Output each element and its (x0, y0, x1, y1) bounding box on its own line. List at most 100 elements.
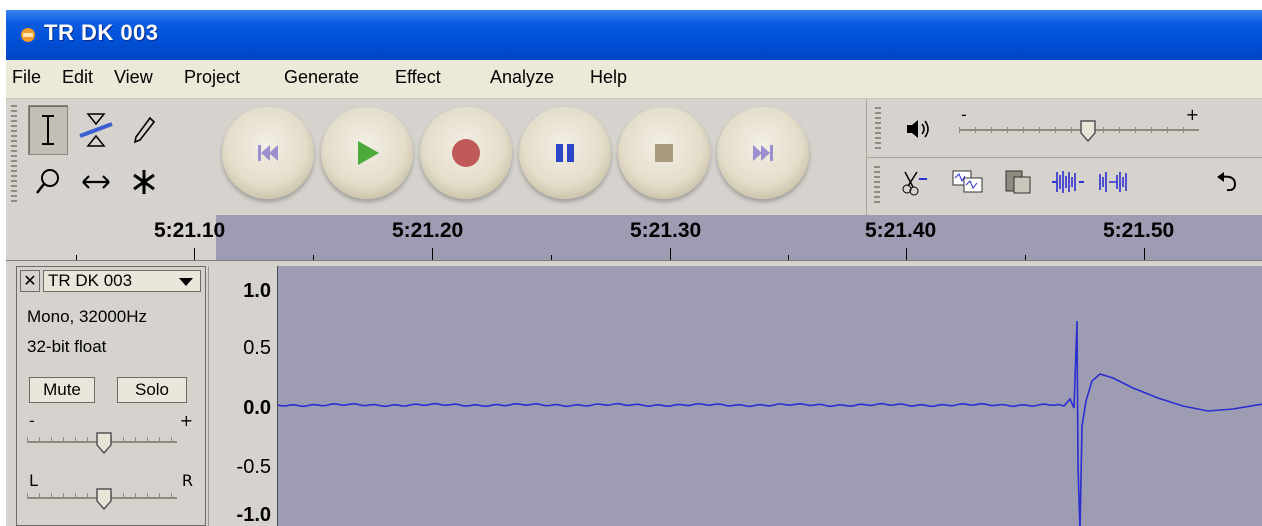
amplitude-label-upper: 0.5 (243, 337, 271, 359)
track-name: TR DK 003 (48, 271, 133, 290)
play-button[interactable] (321, 107, 413, 199)
envelope-icon (79, 113, 113, 147)
track-format: Mono, 32000Hz (27, 307, 148, 326)
amplitude-ruler: 1.0 0.5 0.0 -0.5 -1.0 (208, 266, 277, 526)
chevron-down-icon (179, 278, 193, 286)
pan-slider-thumb[interactable] (95, 487, 113, 511)
menu-view[interactable]: View (114, 67, 153, 88)
ruler-label-0: 5:21.10 (154, 219, 226, 242)
record-button[interactable] (420, 107, 512, 199)
ruler-tick (313, 255, 314, 260)
gain-plus-label: + (179, 411, 193, 430)
toolbar-grip[interactable] (11, 105, 17, 205)
paste-icon (1005, 170, 1031, 194)
ruler-tick (551, 255, 552, 260)
trim-outside-button[interactable] (896, 164, 932, 200)
pause-icon (556, 144, 574, 162)
silence-icon (952, 170, 983, 193)
amplitude-label-top: 1.0 (243, 280, 271, 302)
skip-to-end-icon (753, 145, 773, 161)
ruler-label-2: 5:21.30 (630, 219, 702, 242)
undo-button[interactable] (1210, 164, 1246, 200)
menu-project[interactable]: Project (184, 67, 240, 88)
stop-button[interactable] (618, 107, 710, 199)
draw-tool-button[interactable] (124, 105, 164, 155)
audio-track: ✕ TR DK 003 Mono, 32000Hz 32-bit float M… (6, 261, 1262, 526)
audacity-app-icon (21, 28, 35, 42)
edit-toolbar (866, 157, 1262, 216)
ruler-tick (76, 255, 77, 260)
menu-generate[interactable]: Generate (284, 67, 359, 88)
undo-icon (1217, 172, 1237, 192)
pause-button[interactable] (519, 107, 611, 199)
volume-slider-thumb[interactable] (1079, 119, 1097, 143)
volume-minus-label: - (961, 105, 967, 124)
amplitude-label-lower: -0.5 (236, 456, 271, 478)
volume-slider[interactable]: - + (959, 105, 1199, 145)
play-icon (358, 141, 379, 165)
track-sample-format: 32-bit float (27, 337, 107, 356)
ruler-tick (670, 248, 671, 260)
gain-minus-label: - (29, 411, 35, 430)
multi-tool-button[interactable] (124, 157, 164, 207)
ruler-tick (194, 248, 195, 260)
edit-grip[interactable] (874, 166, 880, 206)
ruler-tick (1144, 248, 1145, 260)
ruler-tick (1025, 255, 1026, 260)
mute-button[interactable]: Mute (29, 377, 95, 403)
copy-button[interactable] (950, 164, 986, 200)
toolbar: - + (6, 99, 1262, 215)
selection-tool-button[interactable] (28, 105, 68, 155)
gain-slider[interactable]: - + (27, 411, 197, 455)
asterisk-icon (133, 170, 155, 194)
magnifier-icon (36, 169, 59, 194)
envelope-tool-button[interactable] (76, 105, 116, 155)
waveform (277, 320, 1262, 526)
double-arrow-icon (82, 175, 110, 189)
speaker-icon (907, 120, 929, 138)
skip-to-start-button[interactable] (222, 107, 314, 199)
record-icon (452, 139, 480, 167)
amplitude-label-bottom: -1.0 (236, 504, 271, 526)
gain-slider-thumb[interactable] (95, 431, 113, 455)
track-close-button[interactable]: ✕ (20, 270, 40, 292)
ruler-label-3: 5:21.40 (865, 219, 937, 242)
stop-icon (655, 144, 673, 162)
pan-left-label: L (29, 471, 38, 490)
volume-plus-label: + (1185, 105, 1199, 124)
time-shift-tool-button[interactable] (76, 157, 116, 207)
audacity-window: TR DK 003 File Edit View Project Generat… (6, 10, 1262, 526)
i-beam-icon (42, 115, 54, 145)
track-name-dropdown[interactable]: TR DK 003 (43, 270, 201, 292)
menu-edit[interactable]: Edit (62, 67, 93, 88)
fit-selection-button[interactable] (1050, 164, 1086, 200)
menu-bar: File Edit View Project Generate Effect A… (6, 60, 1262, 99)
mixer-grip[interactable] (875, 107, 881, 151)
skip-to-start-icon (258, 145, 278, 161)
amplitude-label-zero: 0.0 (243, 397, 271, 419)
pan-right-label: R (181, 471, 193, 490)
ruler-tick (906, 248, 907, 260)
waveform-line (277, 320, 1262, 526)
waveform-area[interactable] (277, 266, 1262, 526)
menu-effect[interactable]: Effect (395, 67, 441, 88)
pencil-icon (133, 116, 156, 144)
menu-help[interactable]: Help (590, 67, 627, 88)
pan-slider[interactable]: L R (27, 471, 197, 511)
zoom-tool-button[interactable] (28, 157, 68, 207)
fit-project-icon (1099, 172, 1127, 192)
fit-project-button[interactable] (1096, 164, 1132, 200)
fit-selection-icon (1052, 171, 1084, 193)
track-control-panel: ✕ TR DK 003 Mono, 32000Hz 32-bit float M… (16, 266, 206, 526)
ruler-tick (788, 255, 789, 260)
window-title: TR DK 003 (44, 20, 159, 45)
ruler-label-1: 5:21.20 (392, 219, 464, 242)
menu-file[interactable]: File (12, 67, 41, 88)
timeline-ruler[interactable]: 5:21.10 5:21.20 5:21.30 5:21.40 5:21.50 (6, 215, 1262, 262)
title-bar[interactable]: TR DK 003 (6, 10, 1262, 60)
paste-button[interactable] (1000, 164, 1036, 200)
solo-button[interactable]: Solo (117, 377, 187, 403)
skip-to-end-button[interactable] (717, 107, 809, 199)
menu-analyze[interactable]: Analyze (490, 67, 554, 88)
ruler-tick (432, 248, 433, 260)
